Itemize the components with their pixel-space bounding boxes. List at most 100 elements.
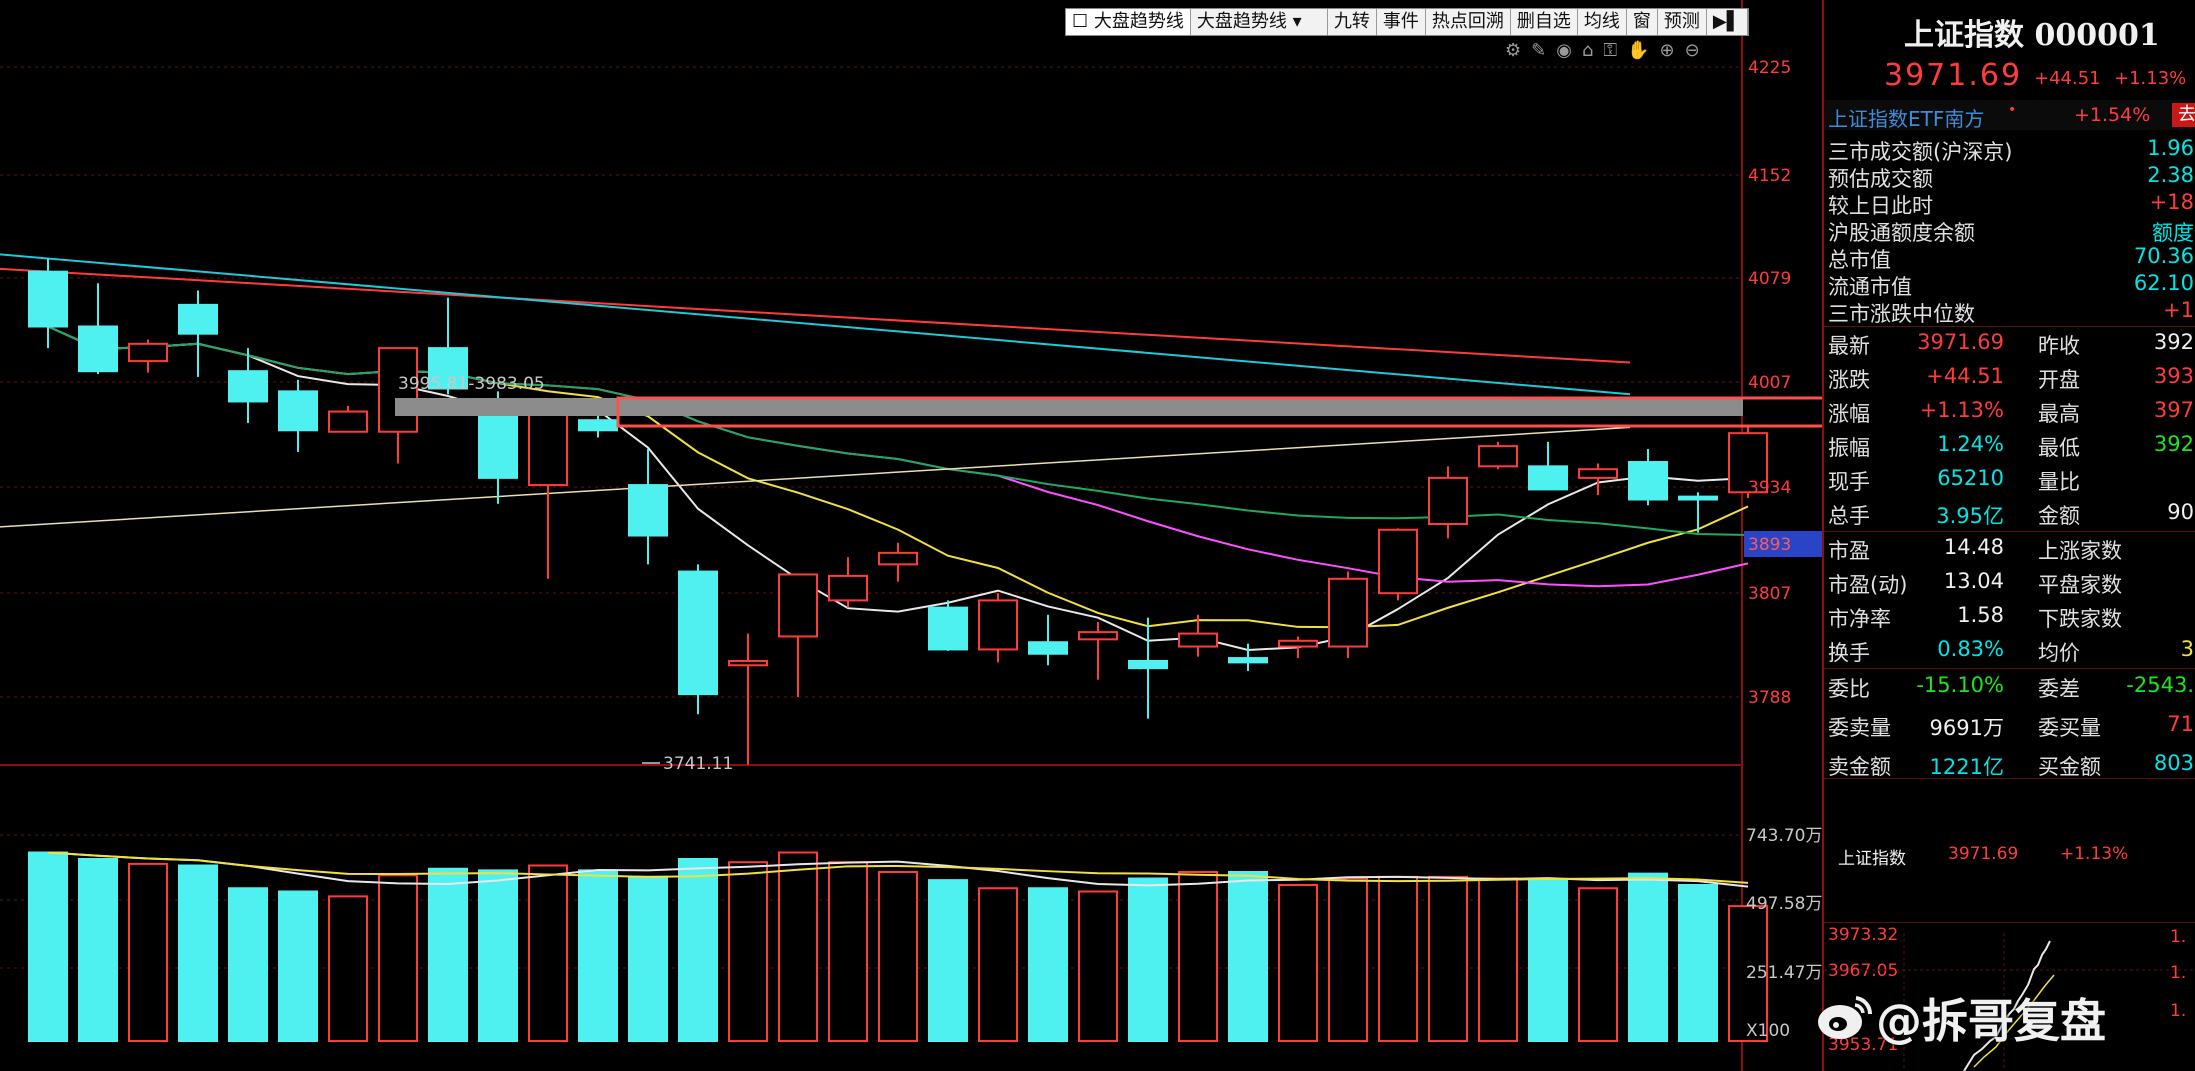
candle-body[interactable]	[478, 404, 518, 479]
candle-body[interactable]	[1328, 577, 1368, 648]
volume-bar[interactable]	[78, 858, 118, 1042]
jiuzhuan-button[interactable]: 九转	[1328, 9, 1377, 35]
candle-body[interactable]	[578, 419, 618, 432]
mini-quote[interactable]: 上证指数 3971.69 +1.13%	[1824, 838, 2195, 878]
volume-bar[interactable]	[728, 861, 768, 1042]
forecast-button[interactable]: 预测	[1658, 9, 1707, 35]
volume-bar[interactable]	[378, 874, 418, 1042]
candle-body[interactable]	[278, 390, 318, 432]
candle-body[interactable]	[878, 551, 918, 566]
volume-bar[interactable]	[478, 869, 518, 1042]
volume-bar[interactable]	[878, 871, 918, 1042]
volume-bar[interactable]	[528, 864, 568, 1042]
candle-body[interactable]	[678, 570, 718, 696]
zoom-out-icon[interactable]: ⊖	[1685, 40, 1700, 61]
candle-body[interactable]	[1378, 528, 1418, 595]
volume-bars[interactable]	[28, 851, 1768, 1042]
volume-bar[interactable]	[428, 867, 468, 1042]
volume-bar[interactable]	[1528, 879, 1568, 1042]
volume-bar[interactable]	[128, 862, 168, 1042]
volume-bar[interactable]	[1478, 877, 1518, 1042]
basket-icon[interactable]: ⌂	[1582, 40, 1593, 61]
candle-body[interactable]	[1278, 639, 1318, 648]
candle-body[interactable]	[228, 370, 268, 403]
remove-watchlist-button[interactable]: 删自选	[1511, 9, 1578, 35]
candle-body[interactable]	[528, 404, 568, 487]
volume-bar[interactable]	[1378, 875, 1418, 1042]
event-button[interactable]: 事件	[1377, 9, 1426, 35]
candles[interactable]	[28, 258, 1768, 765]
candle-body[interactable]	[778, 573, 818, 638]
volume-bar[interactable]	[1328, 877, 1368, 1042]
price-change-pct: +1.13%	[2114, 68, 2187, 89]
candle-body[interactable]	[828, 574, 868, 602]
candle-body[interactable]	[1628, 461, 1668, 501]
volume-bar[interactable]	[828, 861, 868, 1042]
volume-bar[interactable]	[1228, 871, 1268, 1042]
etf-name[interactable]: 上证指数ETF南方	[1828, 103, 1984, 132]
quote-row: 换手 0.83% 均价 3	[1828, 637, 2195, 671]
volume-bar[interactable]	[328, 895, 368, 1042]
quote-label: 金额	[2038, 504, 2080, 528]
candle-body[interactable]	[728, 659, 768, 667]
trend-dropdown[interactable]: 大盘趋势线 ▾	[1191, 9, 1328, 35]
lock-icon[interactable]: ⚿	[1603, 40, 1617, 61]
pen-icon[interactable]: ✎	[1531, 40, 1546, 61]
volume-bar[interactable]	[628, 875, 668, 1042]
volume-bar[interactable]	[578, 869, 618, 1042]
volume-bar[interactable]	[1028, 887, 1068, 1042]
candle-body[interactable]	[1128, 659, 1168, 670]
eye-icon[interactable]: ◉	[1556, 40, 1572, 61]
candle-body[interactable]	[628, 484, 668, 537]
candle-body[interactable]	[1478, 445, 1518, 468]
volume-bar[interactable]	[178, 864, 218, 1042]
volume-bar[interactable]	[1078, 890, 1118, 1042]
candle-body[interactable]	[1528, 465, 1568, 491]
window-button[interactable]: 窗	[1627, 9, 1658, 35]
etf-row[interactable]: 上证指数ETF南方 • +1.54% 去	[1824, 100, 2195, 132]
volume-bar[interactable]	[1178, 871, 1218, 1042]
volume-axis-label[interactable]: 743.70万	[1746, 826, 1822, 846]
volume-bar[interactable]	[978, 887, 1018, 1042]
gear-icon[interactable]: ⚙	[1505, 40, 1521, 61]
volume-bar[interactable]	[28, 851, 68, 1042]
etf-go-button[interactable]: 去	[2172, 103, 2195, 127]
candle-body[interactable]	[928, 606, 968, 651]
play-icon[interactable]: ▶▌	[1707, 9, 1748, 35]
volume-bar[interactable]	[1278, 884, 1318, 1042]
quote-label: 最新	[1828, 334, 1870, 358]
candle-body[interactable]	[1028, 641, 1068, 655]
volume-bar[interactable]	[928, 879, 968, 1042]
zoom-in-icon[interactable]: ⊕	[1660, 40, 1675, 61]
volume-axis-label[interactable]: 251.47万	[1746, 963, 1822, 983]
hotspot-button[interactable]: 热点回溯	[1426, 9, 1511, 35]
volume-axis-label[interactable]: 497.58万	[1746, 894, 1822, 914]
hand-icon[interactable]: ✋	[1627, 40, 1649, 61]
volume-bar[interactable]	[1578, 887, 1618, 1042]
candle-body[interactable]	[1578, 468, 1618, 479]
candle-body[interactable]	[78, 325, 118, 373]
trend-checkbox[interactable]: ☐ 大盘趋势线	[1066, 9, 1191, 35]
volume-bar[interactable]	[1128, 877, 1168, 1042]
candle-body[interactable]	[128, 342, 168, 363]
quote-value: 13.04	[1943, 569, 2004, 593]
candle-body[interactable]	[1228, 657, 1268, 664]
candle-body[interactable]	[328, 410, 368, 433]
volume-bar[interactable]	[678, 858, 718, 1042]
candle-body[interactable]	[1178, 632, 1218, 648]
volume-bar[interactable]	[228, 887, 268, 1042]
candle-body[interactable]	[178, 303, 218, 335]
volume-bar[interactable]	[278, 890, 318, 1042]
volume-bar[interactable]	[1428, 875, 1468, 1042]
candle-body[interactable]	[1428, 476, 1468, 526]
candle-body[interactable]	[1078, 631, 1118, 641]
volume-bar[interactable]	[1628, 872, 1668, 1042]
candle-body[interactable]	[1678, 495, 1718, 501]
candle-body[interactable]	[28, 270, 68, 328]
candle-body[interactable]	[978, 599, 1018, 651]
volume-multiplier[interactable]: X100	[1746, 1021, 1790, 1041]
volume-bar[interactable]	[1678, 884, 1718, 1042]
ma-button[interactable]: 均线	[1578, 9, 1627, 35]
volume-bar[interactable]	[778, 851, 818, 1042]
kline-chart[interactable]: 3995.81-3983.053741.11 42254152407940073…	[0, 0, 1822, 1071]
